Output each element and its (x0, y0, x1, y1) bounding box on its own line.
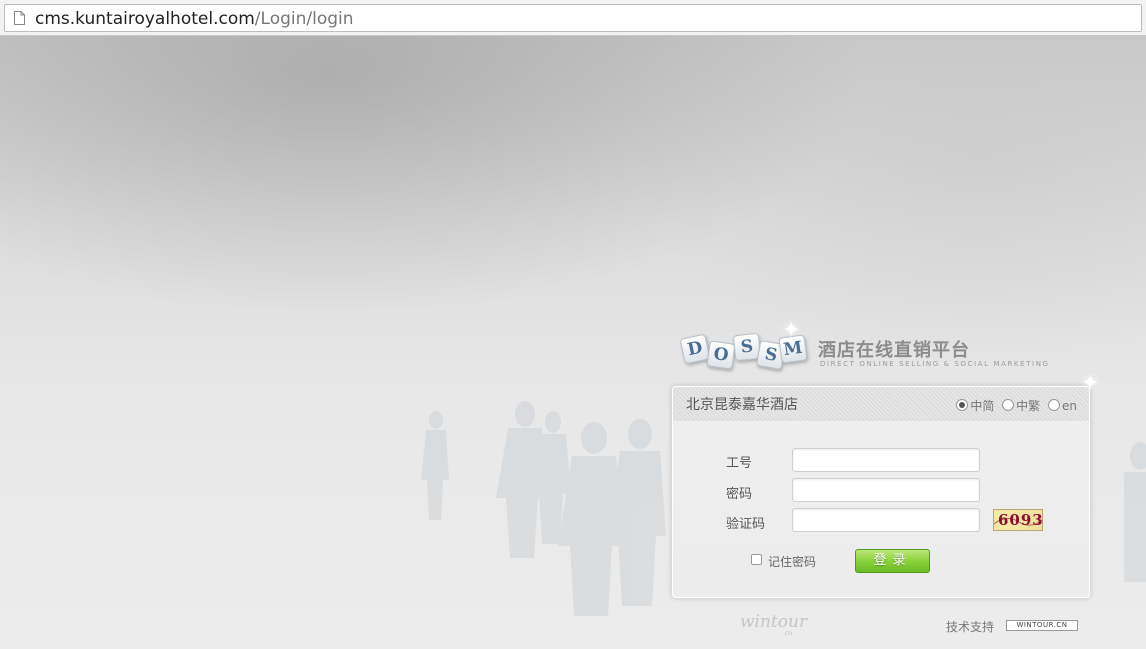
login-panel-header: 北京昆泰嘉华酒店 中简 中繁 en (673, 387, 1089, 421)
brand-subtitle: DIRECT ONLINE SELLING & SOCIAL MARKETING (820, 360, 1050, 368)
captcha-image[interactable]: 6093 (993, 509, 1043, 531)
tech-support-badge[interactable]: WINTOUR.CN (1006, 620, 1078, 631)
employee-id-input[interactable] (792, 448, 980, 472)
lang-option-simplified[interactable]: 中简 (956, 397, 994, 414)
url-host: cms.kuntairoyalhotel.com (35, 9, 255, 29)
language-selector: 中简 中繁 en (952, 397, 1077, 414)
lang-label: 中繁 (1016, 399, 1041, 413)
captcha-label: 验证码 (726, 517, 766, 532)
brand-title: 酒店在线直销平台 (818, 340, 970, 361)
logo-letter-o: O (706, 340, 736, 370)
page-icon (14, 11, 25, 25)
remember-password-label: 记住密码 (768, 555, 817, 569)
wintour-logo: wintour (740, 612, 808, 632)
url-text: cms.kuntairoyalhotel.com/Login/login (35, 9, 354, 29)
password-input[interactable] (792, 478, 980, 502)
lang-option-english[interactable]: en (1048, 399, 1077, 413)
radio-icon (1002, 399, 1015, 411)
logo-letter-d: D (679, 333, 711, 365)
tech-support-label: 技术支持 (946, 620, 995, 634)
password-label: 密码 (726, 487, 753, 502)
radio-icon (1048, 399, 1060, 411)
browser-address-bar: cms.kuntairoyalhotel.com/Login/login (0, 0, 1146, 36)
lang-label: 中简 (970, 399, 995, 413)
url-path: /Login/login (254, 9, 354, 29)
wintour-logo-suffix: .cn (783, 630, 793, 637)
employee-id-label: 工号 (726, 456, 753, 471)
radio-icon (956, 399, 969, 411)
url-field[interactable]: cms.kuntairoyalhotel.com/Login/login (4, 4, 1142, 32)
captcha-code: 6093 (998, 511, 1043, 529)
login-panel: 北京昆泰嘉华酒店 中简 中繁 en 工号 密码 验证码 6093 记住密码 登录 (672, 386, 1090, 598)
hotel-name: 北京昆泰嘉华酒店 (686, 397, 798, 413)
sparkle-icon: ✦ (782, 318, 801, 343)
captcha-input[interactable] (792, 508, 980, 532)
login-button[interactable]: 登录 (855, 549, 930, 573)
remember-password-checkbox[interactable] (751, 554, 762, 565)
lang-label: en (1062, 399, 1077, 413)
sparkle-icon: ✦ (1081, 371, 1100, 396)
lang-option-traditional[interactable]: 中繁 (1002, 397, 1040, 414)
